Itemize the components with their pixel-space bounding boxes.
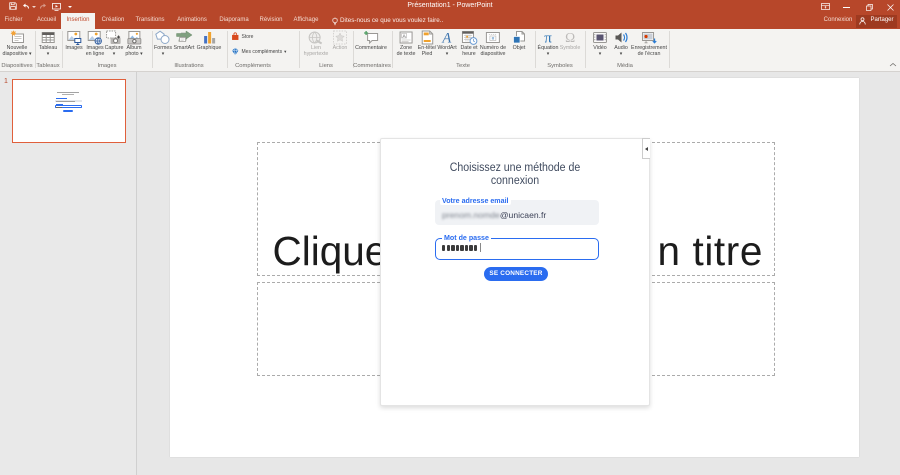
svg-text:A: A — [442, 30, 452, 45]
svg-text:Ω: Ω — [565, 30, 575, 45]
svg-text:#: # — [492, 35, 495, 40]
svg-text:π: π — [544, 30, 552, 45]
